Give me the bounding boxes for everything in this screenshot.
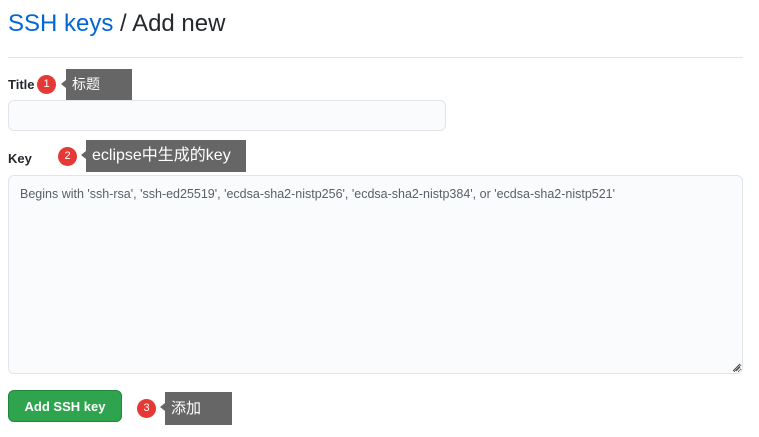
annotation-badge-1: 1 bbox=[37, 75, 56, 94]
annotation-callout-1: 标题 bbox=[61, 69, 132, 100]
title-label: Title bbox=[8, 77, 35, 92]
page-title: SSH keys / Add new bbox=[8, 9, 225, 39]
add-ssh-key-button[interactable]: Add SSH key bbox=[8, 390, 122, 422]
key-label: Key bbox=[8, 151, 32, 166]
annotation-callout-2: eclipse中生成的key bbox=[81, 140, 246, 172]
page: SSH keys / Add new Title 1 标题 Key 2 ecli… bbox=[0, 0, 759, 437]
title-input[interactable] bbox=[8, 100, 446, 131]
resize-grip-icon[interactable] bbox=[731, 362, 741, 372]
breadcrumb-current: Add new bbox=[132, 10, 226, 37]
key-textarea[interactable] bbox=[8, 175, 743, 374]
annotation-badge-2: 2 bbox=[58, 147, 77, 166]
breadcrumb-separator: / bbox=[120, 10, 127, 37]
annotation-callout-3: 添加 bbox=[160, 392, 232, 425]
header-divider bbox=[8, 57, 743, 58]
breadcrumb-ssh-keys-link[interactable]: SSH keys bbox=[8, 10, 113, 37]
annotation-badge-3: 3 bbox=[137, 399, 156, 418]
